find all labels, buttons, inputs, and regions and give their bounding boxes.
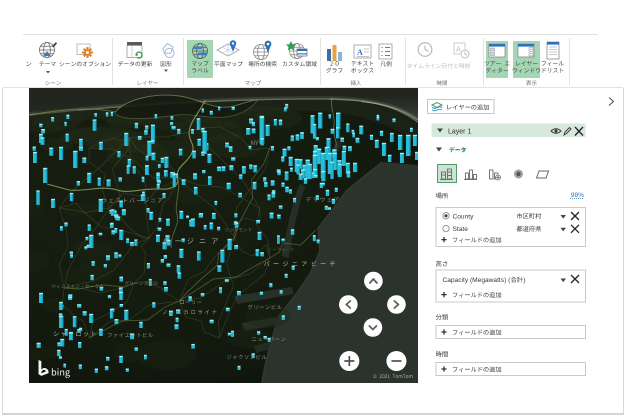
- svg-text:): ): [523, 277, 525, 284]
- svg-text:A: A: [456, 47, 461, 54]
- svg-text:Capacity (Megawatts) (: Capacity (Megawatts) (: [443, 277, 512, 284]
- svg-text:County: County: [453, 213, 475, 220]
- svg-text:State: State: [453, 226, 469, 233]
- svg-text:98%: 98%: [571, 192, 584, 199]
- svg-text:A: A: [357, 48, 363, 57]
- svg-text:Layer 1: Layer 1: [448, 129, 471, 136]
